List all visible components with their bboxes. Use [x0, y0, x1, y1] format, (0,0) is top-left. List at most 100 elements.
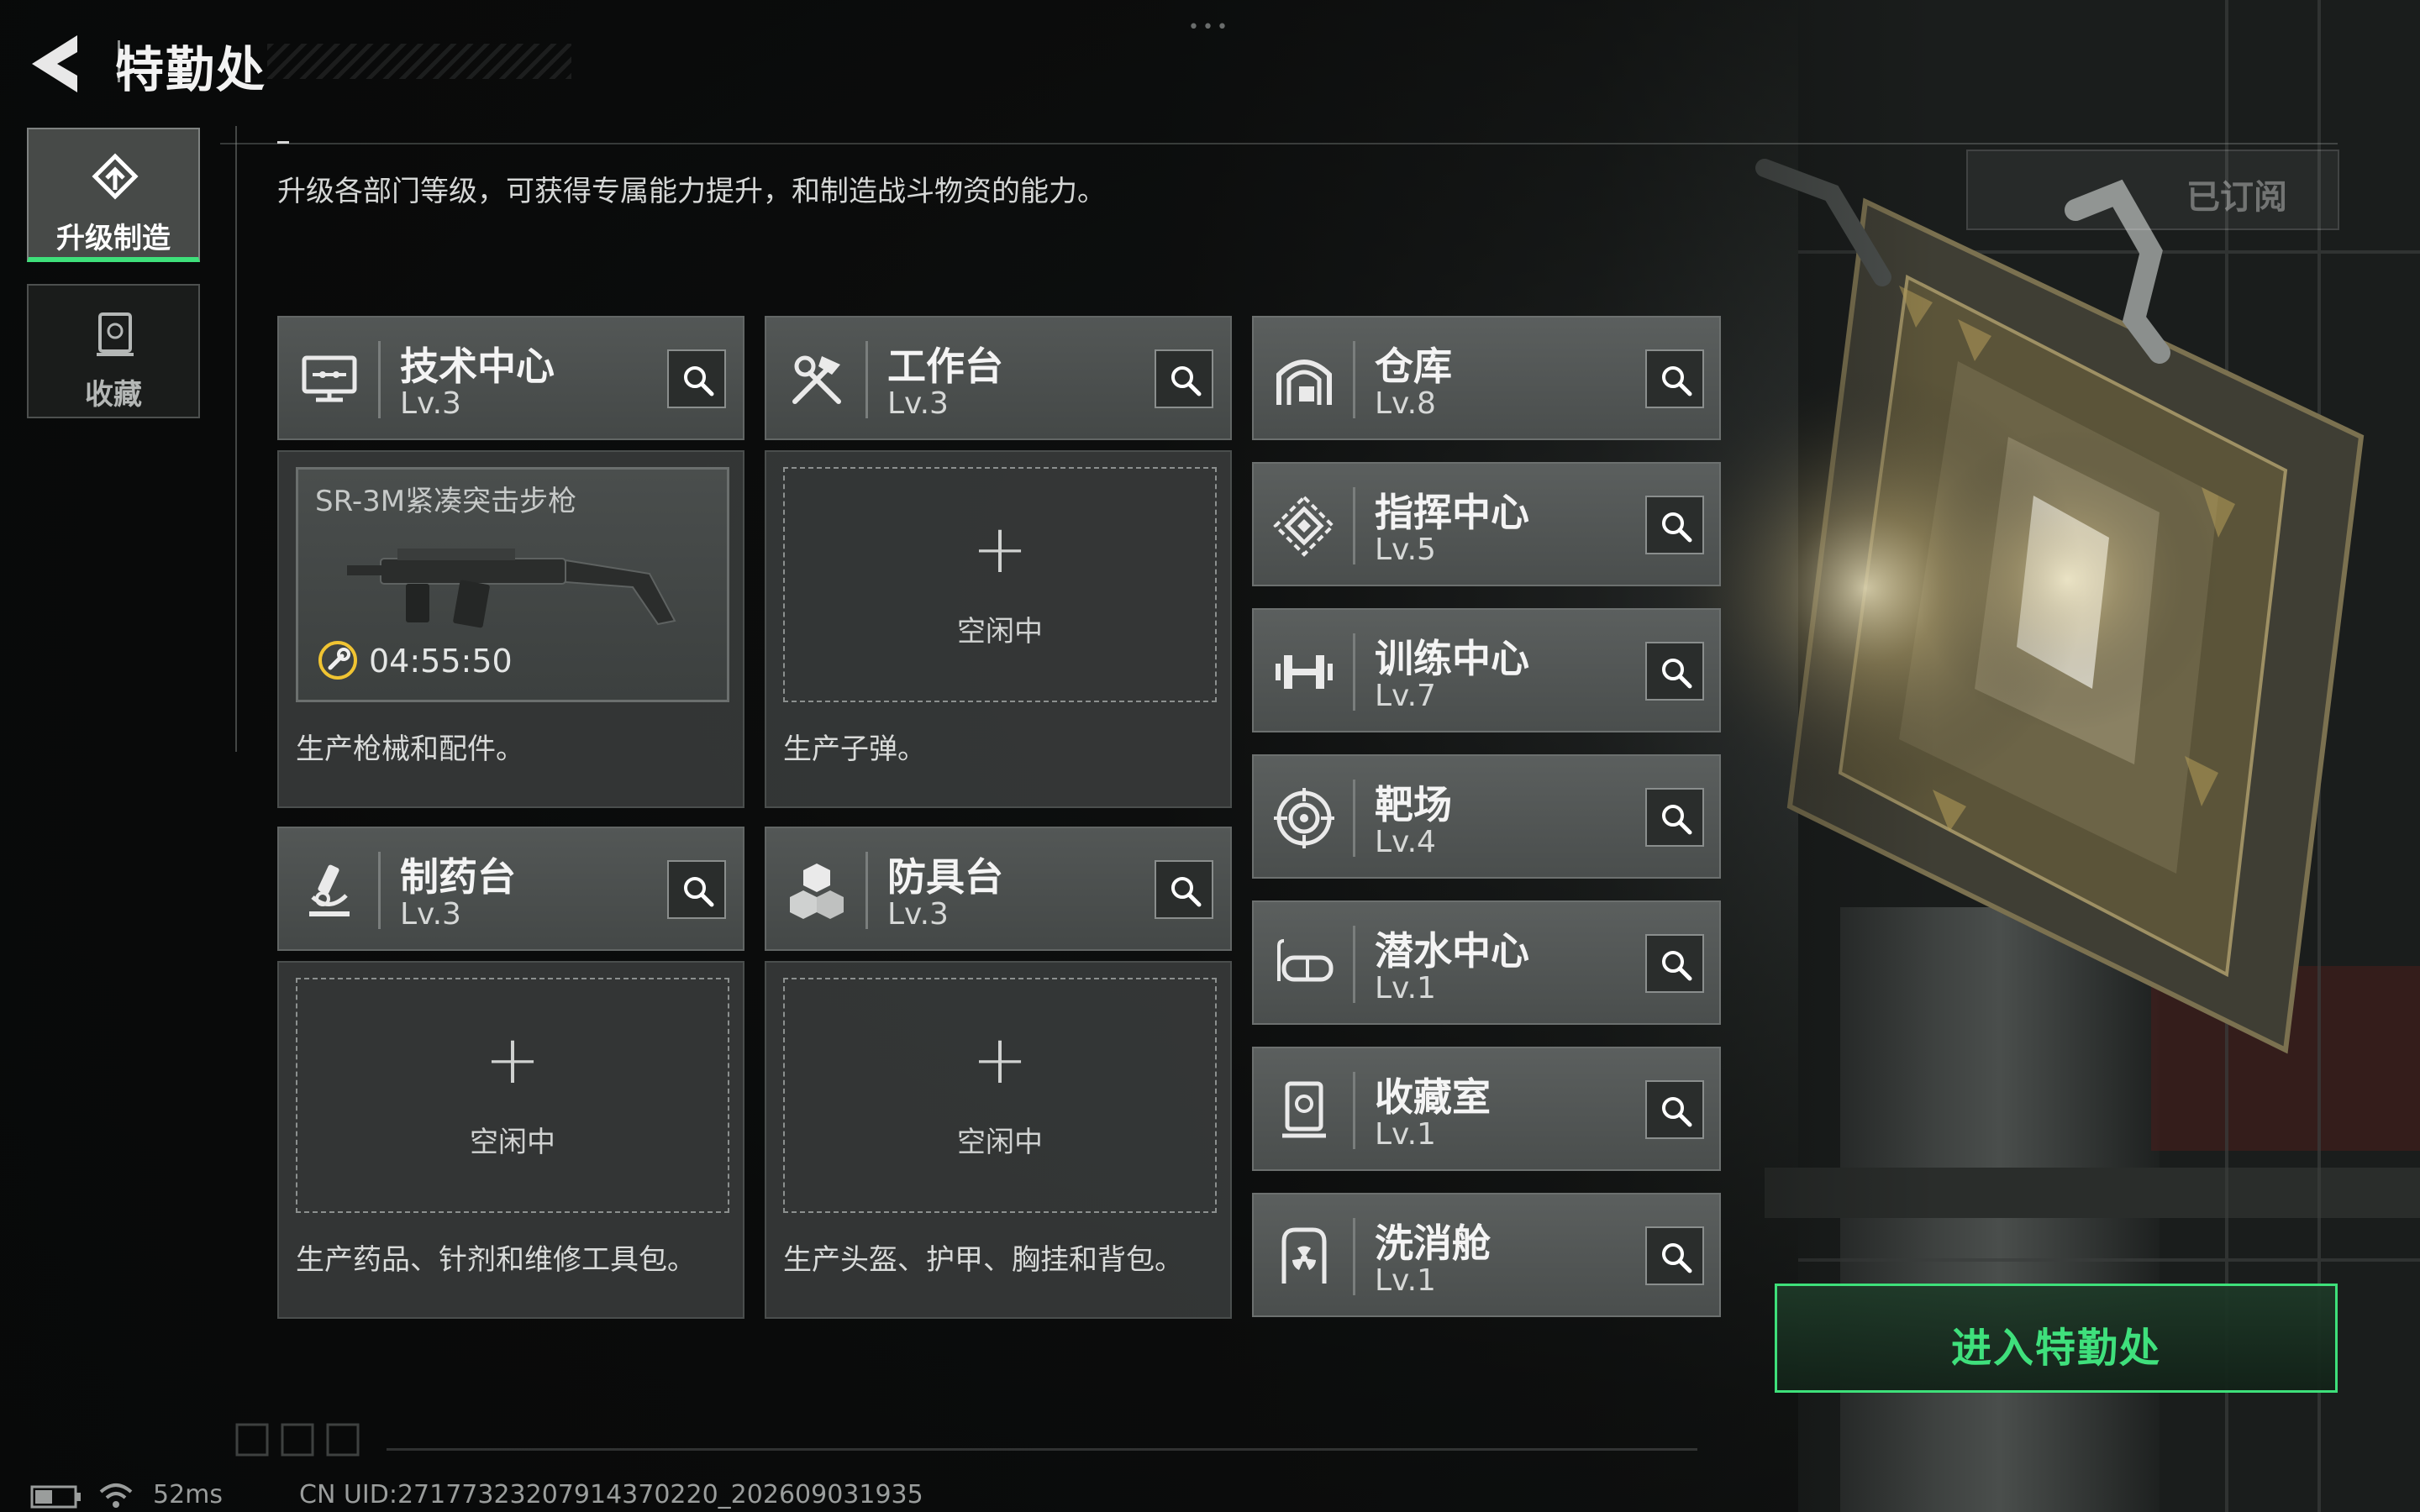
search-button[interactable]: [1645, 496, 1704, 554]
search-button[interactable]: [1645, 349, 1704, 408]
back-button[interactable]: [25, 32, 84, 95]
search-icon: [684, 877, 714, 907]
production-timer: 04:55:50: [369, 643, 513, 680]
frame-dash: [277, 141, 289, 144]
ping-readout: 52ms: [153, 1480, 224, 1509]
add-icon: +: [971, 1021, 1028, 1099]
card-body: SR-3M紧凑突击步枪 04:55:50 生产枪械和配件。: [277, 450, 744, 808]
facility-level: Lv.8: [1375, 386, 1436, 421]
search-icon: [1171, 877, 1202, 907]
facility-warehouse[interactable]: 仓库 Lv.8: [1252, 316, 1721, 440]
top-indicator-dots: •••: [1188, 17, 1231, 38]
search-icon: [1662, 1097, 1692, 1127]
facility-diving-center[interactable]: 潜水中心 Lv.1: [1252, 900, 1721, 1025]
idle-status: 空闲中: [957, 1126, 1043, 1159]
facility-training-center[interactable]: 训练中心 Lv.7: [1252, 608, 1721, 732]
card-description: 生产枪械和配件。: [296, 732, 524, 766]
frame-line-vertical: [235, 126, 237, 752]
header-separator: [1353, 926, 1355, 1003]
diving-mask-icon: [1277, 939, 1334, 982]
rifle-image: [347, 549, 676, 628]
nav-tab-upgrade-label: 升级制造: [56, 222, 171, 255]
search-icon: [1662, 366, 1692, 396]
card-header[interactable]: 技术中心 Lv.3: [277, 316, 744, 440]
search-icon: [1662, 512, 1692, 543]
production-slot[interactable]: + 空闲中: [296, 978, 729, 1213]
search-button[interactable]: [667, 860, 726, 919]
warehouse-icon: [1276, 360, 1332, 405]
bottom-decoration: [235, 1423, 360, 1457]
card-description: 生产头盔、护甲、胸挂和背包。: [783, 1243, 1183, 1277]
bottom-divider: [387, 1448, 1697, 1451]
header-separator: [1353, 780, 1355, 857]
target-icon: [1274, 788, 1334, 848]
header-separator: [1353, 1072, 1355, 1149]
upgrade-icon: [92, 153, 139, 200]
card-workbench: 工作台 Lv.3 + 空闲中 生产子弹。: [765, 316, 1232, 808]
facility-name: 训练中心: [1375, 636, 1529, 681]
search-button[interactable]: [1155, 860, 1213, 919]
dumbbell-icon: [1276, 655, 1333, 689]
facility-level: Lv.1: [1375, 1263, 1436, 1298]
facility-name: 潜水中心: [1375, 928, 1529, 974]
card-header[interactable]: 工作台 Lv.3: [765, 316, 1232, 440]
facility-name: 仓库: [1375, 344, 1452, 389]
header-separator: [378, 852, 381, 929]
facility-collection-room[interactable]: 收藏室 Lv.1: [1252, 1047, 1721, 1171]
facility-name: 洗消舱: [1375, 1221, 1491, 1266]
card-body: + 空闲中 生产药品、针剂和维修工具包。: [277, 961, 744, 1319]
page-title: 特勤处: [115, 41, 267, 98]
card-title: 防具台: [887, 854, 1003, 900]
add-icon: +: [484, 1021, 541, 1099]
search-icon: [1662, 1243, 1692, 1273]
search-icon: [1171, 366, 1202, 396]
card-body: + 空闲中 生产子弹。: [765, 450, 1232, 808]
facility-name: 指挥中心: [1375, 490, 1529, 535]
command-icon: [1273, 495, 1335, 557]
search-button[interactable]: [1645, 642, 1704, 701]
card-header[interactable]: 制药台 Lv.3: [277, 827, 744, 951]
wifi-icon: [99, 1483, 133, 1508]
radiation-icon: [1281, 1227, 1327, 1284]
card-body: + 空闲中 生产头盔、护甲、胸挂和背包。: [765, 961, 1232, 1319]
production-slot[interactable]: + 空闲中: [783, 467, 1217, 702]
card-description: 生产子弹。: [783, 732, 926, 766]
card-tech-center: 技术中心 Lv.3 SR-3M紧凑突击步枪 04:55:50 生产枪械和配件。: [277, 316, 744, 808]
facility-level: Lv.1: [1375, 1117, 1436, 1152]
card-header[interactable]: 防具台 Lv.3: [765, 827, 1232, 951]
card-level: Lv.3: [887, 897, 949, 932]
wrench-timer-icon: [318, 641, 357, 680]
search-button[interactable]: [1645, 1080, 1704, 1139]
card-level: Lv.3: [400, 386, 461, 421]
frame-line: [220, 143, 2338, 144]
facility-level: Lv.5: [1375, 533, 1436, 567]
production-slot[interactable]: SR-3M紧凑突击步枪 04:55:50: [296, 467, 729, 702]
search-button[interactable]: [1645, 788, 1704, 847]
search-icon: [1662, 805, 1692, 835]
production-slot[interactable]: + 空闲中: [783, 978, 1217, 1213]
header-separator: [1353, 341, 1355, 418]
search-button[interactable]: [1645, 1226, 1704, 1285]
cubes-icon: [790, 864, 844, 919]
card-description: 生产药品、针剂和维修工具包。: [296, 1243, 696, 1277]
enter-special-ops-button[interactable]: 进入特勤处: [1775, 1284, 2338, 1393]
collection-icon: [97, 312, 134, 356]
nav-tab-upgrade[interactable]: 升级制造: [27, 128, 200, 262]
facility-decontamination[interactable]: 洗消舱 Lv.1: [1252, 1193, 1721, 1317]
facility-command-center[interactable]: 指挥中心 Lv.5: [1252, 462, 1721, 586]
user-uid: CN UID:2717732320791437022​0_20260903193…: [299, 1480, 923, 1509]
subscribed-label: 已订阅: [2186, 178, 2287, 217]
search-button[interactable]: [1155, 349, 1213, 408]
facility-shooting-range[interactable]: 靶场 Lv.4: [1252, 754, 1721, 879]
title-decoration: [267, 44, 571, 79]
monitor-icon: [302, 355, 357, 402]
card-pharmacy: 制药台 Lv.3 + 空闲中 生产药品、针剂和维修工具包。: [277, 827, 744, 1319]
item-name: SR-3M紧凑突击步枪: [315, 485, 577, 518]
card-title: 技术中心: [400, 344, 555, 389]
search-button[interactable]: [667, 349, 726, 408]
nav-tab-collection[interactable]: 收藏: [27, 284, 200, 418]
facility-level: Lv.7: [1375, 679, 1436, 713]
add-icon: +: [971, 510, 1028, 588]
search-icon: [684, 366, 714, 396]
search-button[interactable]: [1645, 934, 1704, 993]
